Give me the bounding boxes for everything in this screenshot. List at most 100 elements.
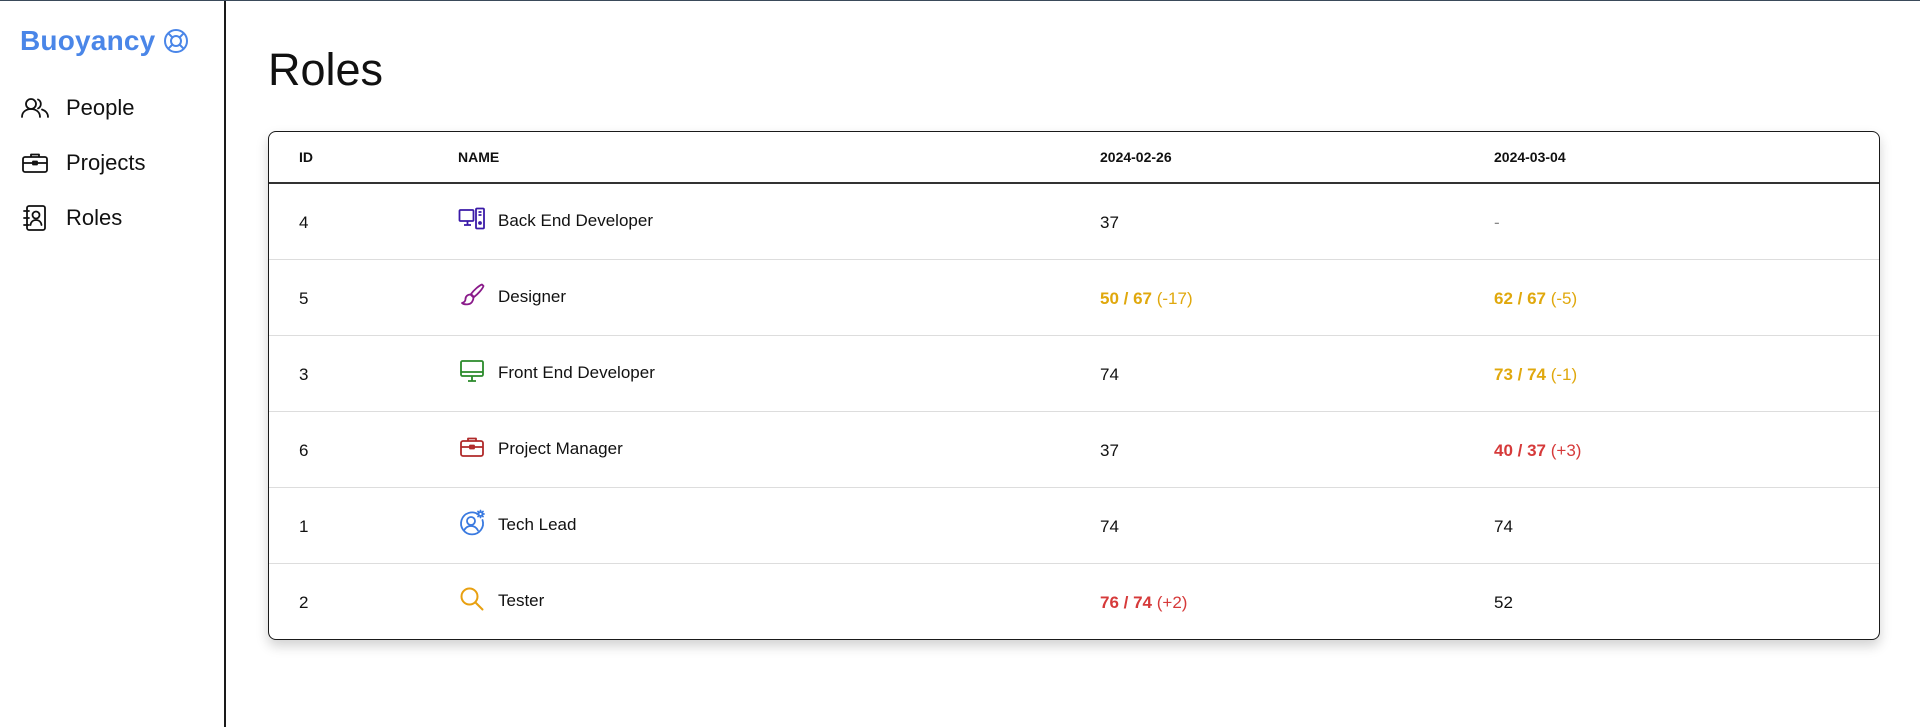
sidebar-item-label: Projects	[66, 150, 146, 175]
allocation-value: 50 / 67	[1100, 289, 1152, 308]
cell-id: 4	[269, 183, 458, 260]
brand-name: Buoyancy	[20, 25, 156, 56]
cell-date-2: -	[1494, 183, 1879, 260]
cell-date-2: 73 / 74 (-1)	[1494, 335, 1879, 412]
cell-id: 2	[269, 563, 458, 639]
page-title: Roles	[268, 44, 384, 95]
table-row[interactable]: 1 Tech Lead 74 74	[269, 487, 1879, 564]
cell-name: Back End Developer	[458, 183, 1100, 260]
table-row[interactable]: 3 Front End Developer 74 73 / 74 (-1)	[269, 335, 1879, 412]
cell-id: 6	[269, 411, 458, 488]
paintbrush-icon	[458, 281, 486, 309]
cell-value: -	[1494, 213, 1500, 233]
roles-table: ID NAME 2024-02-26 2024-03-04 4 Back End …	[269, 132, 1879, 639]
cell-date-1: 76 / 74 (+2)	[1100, 563, 1494, 639]
cell-value: 52	[1494, 593, 1513, 613]
brand[interactable]: Buoyancy	[20, 25, 189, 57]
role-id: 4	[299, 213, 309, 233]
allocation-delta: (+3)	[1550, 441, 1582, 460]
allocation-value: -	[1494, 213, 1500, 233]
user-gear-icon	[458, 509, 486, 537]
column-header-name[interactable]: NAME	[458, 132, 1100, 184]
table-row[interactable]: 6 Project Manager 37 40 / 37 (+3)	[269, 411, 1879, 488]
people-icon	[20, 93, 50, 123]
table-row[interactable]: 5 Designer 50 / 67 (-17) 62 / 67 (-5)	[269, 259, 1879, 336]
cell-name: Tech Lead	[458, 487, 1100, 564]
role-name[interactable]: Back End Developer	[498, 211, 653, 231]
table-row[interactable]: 2 Tester 76 / 74 (+2) 52	[269, 563, 1879, 639]
allocation-value: 76 / 74	[1100, 593, 1152, 613]
sidebar: Buoyancy People Projects Roles	[0, 1, 226, 727]
cell-name: Project Manager	[458, 411, 1100, 488]
sidebar-item-label: Roles	[66, 205, 123, 230]
cell-value: 62 / 67 (-5)	[1494, 289, 1577, 309]
column-header-date-1[interactable]: 2024-02-26	[1100, 132, 1494, 184]
allocation-value: 37	[1100, 441, 1119, 460]
magnifier-icon	[458, 585, 486, 613]
cell-date-1: 74	[1100, 487, 1494, 564]
allocation-value: 74	[1100, 517, 1119, 536]
cell-date-2: 74	[1494, 487, 1879, 564]
sidebar-item-people[interactable]: People	[20, 93, 145, 123]
role-name[interactable]: Tester	[498, 591, 544, 611]
lifebuoy-icon	[163, 28, 189, 54]
cell-id: 3	[269, 335, 458, 412]
role-id: 1	[299, 517, 309, 536]
allocation-value: 52	[1494, 593, 1513, 613]
main-content: Roles ID NAME 2024-02-26 2024-03-04 4 Bac…	[228, 0, 1920, 727]
role-name[interactable]: Front End Developer	[498, 363, 655, 383]
role-id: 2	[299, 593, 309, 613]
sidebar-item-projects[interactable]: Projects	[20, 148, 145, 178]
column-header-id[interactable]: ID	[269, 132, 458, 184]
allocation-value: 37	[1100, 213, 1119, 233]
monitor-icon	[458, 357, 486, 385]
server-desktop-icon	[458, 205, 486, 233]
allocation-value: 74	[1100, 365, 1119, 384]
contact-card-icon	[20, 203, 50, 233]
role-id: 5	[299, 289, 309, 308]
cell-value: 76 / 74 (+2)	[1100, 593, 1187, 613]
cell-id: 1	[269, 487, 458, 564]
allocation-value: 73 / 74	[1494, 365, 1546, 384]
allocation-value: 74	[1494, 517, 1513, 536]
role-name[interactable]: Designer	[498, 287, 566, 307]
column-header-date-2[interactable]: 2024-03-04	[1494, 132, 1879, 184]
allocation-delta: (-17)	[1156, 289, 1193, 308]
allocation-value: 40 / 37	[1494, 441, 1546, 460]
cell-value: 40 / 37 (+3)	[1494, 441, 1581, 461]
allocation-value: 62 / 67	[1494, 289, 1546, 308]
sidebar-item-roles[interactable]: Roles	[20, 203, 145, 233]
cell-value: 74	[1100, 517, 1119, 537]
table-header-row: ID NAME 2024-02-26 2024-03-04	[269, 132, 1879, 184]
roles-table-card: ID NAME 2024-02-26 2024-03-04 4 Back End …	[268, 131, 1880, 640]
cell-name: Tester	[458, 563, 1100, 639]
sidebar-item-label: People	[66, 95, 135, 120]
role-id: 3	[299, 365, 309, 384]
cell-value: 74	[1100, 365, 1119, 385]
cell-date-1: 37	[1100, 411, 1494, 488]
briefcase-icon	[458, 433, 486, 461]
sidebar-nav: People Projects Roles	[20, 93, 145, 258]
cell-date-1: 50 / 67 (-17)	[1100, 259, 1494, 336]
cell-value: 50 / 67 (-17)	[1100, 289, 1193, 309]
cell-value: 73 / 74 (-1)	[1494, 365, 1577, 385]
allocation-delta: (-1)	[1550, 365, 1578, 384]
role-name[interactable]: Project Manager	[498, 439, 623, 459]
cell-date-2: 40 / 37 (+3)	[1494, 411, 1879, 488]
cell-date-2: 52	[1494, 563, 1879, 639]
cell-date-2: 62 / 67 (-5)	[1494, 259, 1879, 336]
cell-id: 5	[269, 259, 458, 336]
cell-value: 37	[1100, 441, 1119, 461]
cell-value: 37	[1100, 213, 1119, 233]
table-row[interactable]: 4 Back End Developer 37 -	[269, 183, 1879, 260]
briefcase-icon	[20, 148, 50, 178]
role-name[interactable]: Tech Lead	[498, 515, 576, 535]
cell-name: Designer	[458, 259, 1100, 336]
cell-date-1: 74	[1100, 335, 1494, 412]
allocation-delta: (-5)	[1550, 289, 1578, 308]
cell-value: 74	[1494, 517, 1513, 537]
allocation-delta: (+2)	[1156, 593, 1188, 613]
cell-date-1: 37	[1100, 183, 1494, 260]
role-id: 6	[299, 441, 309, 460]
cell-name: Front End Developer	[458, 335, 1100, 412]
